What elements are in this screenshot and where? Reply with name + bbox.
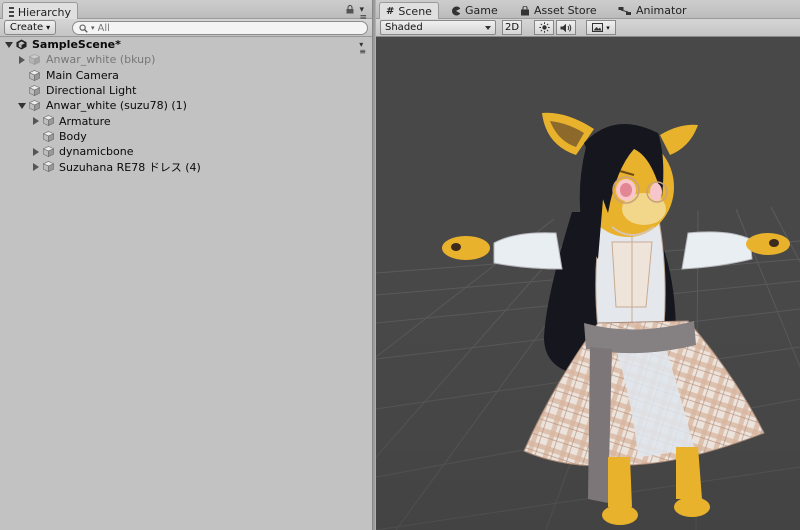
tree-item-label: Suzuhana RE78 ドレス (4) [59,161,201,175]
tree-item-main-camera[interactable]: Main Camera [0,68,372,83]
expand-arrow-icon[interactable] [33,117,39,126]
tab-hierarchy[interactable]: Hierarchy [2,2,78,19]
gameobject-cube-icon [43,115,54,127]
expand-arrow-icon[interactable] [33,163,39,172]
gameobject-cube-icon [43,146,54,158]
scene-tab-bar: # Scene Game Asset Store Animator [376,0,800,19]
tab-scene[interactable]: # Scene [379,2,439,19]
right-paw [746,233,790,255]
shading-mode-dropdown[interactable]: Shaded [380,20,496,35]
search-input[interactable] [97,22,348,34]
toggle-2d-label: 2D [504,22,520,33]
effects-dropdown-button[interactable]: ▾ [586,20,616,35]
scene-viewport[interactable] [376,37,800,530]
scene-render [376,112,800,530]
pacman-icon [451,6,461,15]
chevron-down-icon: ▾ [606,23,610,32]
right-leg [676,447,702,499]
tab-label: Animator [636,4,687,17]
list-icon [9,7,14,17]
hierarchy-tree: SampleScene* ▾ ≡ Anwar_white (bkup) Main … [0,37,372,175]
left-paw [442,236,490,260]
expand-arrow-icon[interactable] [5,42,13,48]
tree-item-armature[interactable]: Armature [0,113,372,128]
tab-label: Game [465,4,498,17]
tree-item-label: Anwar_white (suzu78) (1) [46,99,187,113]
audio-toggle-button[interactable] [556,20,576,35]
scene-name: SampleScene* [32,38,121,52]
hierarchy-panel: Hierarchy ▾ ≡ Create ▾ ▾ All SampleScene… [0,0,372,530]
tree-item-label: Directional Light [46,84,137,98]
tree-item-label: dynamicbone [59,145,134,159]
bag-icon [521,5,529,15]
chevron-down-icon [485,26,491,30]
tab-game[interactable]: Game [445,2,504,19]
scene-row[interactable]: SampleScene* ▾ ≡ [0,37,372,56]
tab-asset-store[interactable]: Asset Store [514,2,603,19]
unity-scene-icon [16,39,27,50]
tree-item-label: Anwar_white (bkup) [46,53,156,67]
gameobject-cube-icon [29,85,40,96]
image-icon [592,23,604,32]
tab-animator[interactable]: Animator [612,2,693,19]
hierarchy-toolbar: Create ▾ ▾ [0,19,372,37]
gameobject-cube-icon [29,54,40,66]
chevron-down-icon: ▾ [46,23,51,32]
tree-item-label: Body [59,129,87,143]
tab-label: Asset Store [534,4,597,17]
tree-item-label: Armature [59,114,111,128]
tree-item-label: Main Camera [46,68,119,82]
tab-label: Scene [398,4,432,18]
lock-icon[interactable] [346,5,354,14]
left-leg [608,457,632,507]
expand-arrow-icon[interactable] [18,103,26,110]
tree-item-suzuhana-dress[interactable]: Suzuhana RE78 ドレス (4) [0,159,372,174]
tree-item-dynamicbone[interactable]: dynamicbone [0,144,372,159]
scene-toolbar: Shaded 2D ▾ [376,19,800,37]
scene-panel: # Scene Game Asset Store Animator Shaded… [376,0,800,530]
toggle-2d-button[interactable]: 2D [502,20,522,35]
search-field[interactable]: ▾ [72,21,368,35]
gameobject-cube-icon [43,161,54,173]
right-ear [660,124,698,155]
tree-item-anwar-white-suzu78[interactable]: Anwar_white (suzu78) (1) [0,98,372,113]
shading-mode-label: Shaded [385,22,423,33]
chevron-down-icon: ▾ [91,24,95,32]
sun-icon [538,22,550,33]
speaker-icon [560,23,572,32]
hash-icon: # [386,5,395,17]
search-icon [79,23,88,33]
gameobject-cube-icon [29,69,40,81]
left-arm [493,232,563,270]
create-button[interactable]: Create ▾ [4,20,56,35]
expand-arrow-icon[interactable] [33,148,39,157]
hierarchy-tab-bar: Hierarchy ▾ ≡ [0,0,372,23]
lighting-toggle-button[interactable] [534,20,554,35]
tab-hierarchy-label: Hierarchy [17,5,71,19]
tree-item-directional-light[interactable]: Directional Light [0,83,372,98]
gameobject-cube-icon [29,100,40,112]
create-button-label: Create [9,22,44,33]
expand-arrow-icon[interactable] [19,56,25,65]
gameobject-cube-icon [43,130,54,142]
animator-icon [618,6,631,15]
tree-item-body[interactable]: Body [0,129,372,144]
tree-item-anwar-white-bkup[interactable]: Anwar_white (bkup) [0,52,372,67]
